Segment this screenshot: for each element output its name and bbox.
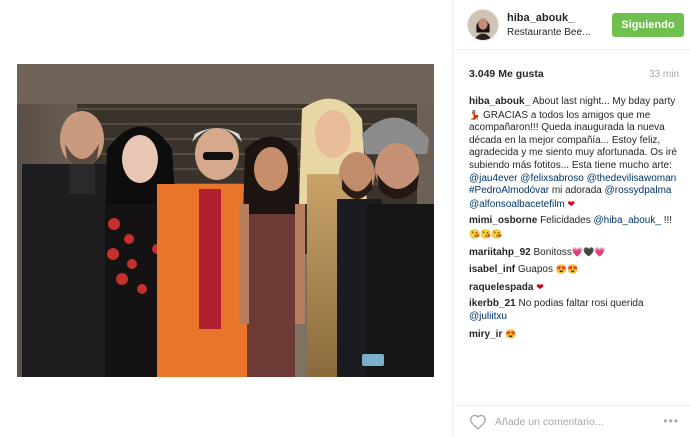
likes-row: 3.049 Me gusta 33 min: [453, 64, 690, 86]
header-location[interactable]: Restaurante Bee...: [507, 27, 590, 38]
heart-eyes-emoji-icon: 😍: [505, 328, 517, 339]
comment-author[interactable]: mariitahp_92: [469, 247, 531, 258]
photo-pane: [0, 0, 452, 437]
mention-link[interactable]: @thedevilisawoman: [587, 173, 677, 184]
comment-author[interactable]: mimi_osborne: [469, 215, 537, 226]
comment-item: isabel_inf Guapos 😍😍: [469, 263, 683, 277]
comment-text: Felicidades: [537, 215, 594, 227]
heart-outline-icon[interactable]: [469, 414, 487, 430]
party-group-photo: [17, 64, 434, 377]
hearts-emoji-icon: 💗🖤💗: [571, 246, 606, 257]
comment-author[interactable]: miry_ir: [469, 329, 502, 340]
comment-item: miry_ir 😍: [469, 328, 683, 342]
comment-item: mimi_osborne Felicidades @hiba_abouk_ !!…: [469, 215, 683, 241]
kiss-emoji-icon: 😘😘😘: [469, 228, 503, 239]
caption-author[interactable]: hiba_abouk_: [469, 96, 530, 107]
post-photo[interactable]: [17, 64, 434, 377]
heart-emoji-icon: ❤: [567, 198, 576, 209]
comment-item: mariitahp_92 Bonitoss💗🖤💗: [469, 246, 683, 260]
header-username[interactable]: hiba_abouk_: [507, 12, 574, 24]
mention-link[interactable]: @alfonsoalbacetefilm: [469, 199, 565, 210]
mention-link[interactable]: @rossydpalma: [605, 185, 672, 196]
caption-text-3: mi adorada: [549, 185, 605, 197]
avatar[interactable]: [467, 9, 499, 41]
comment-text: Bonitoss: [530, 246, 572, 258]
post-header: hiba_abouk_ Restaurante Bee... Siguiendo: [453, 0, 690, 50]
comment-author[interactable]: raquelespada: [469, 282, 533, 293]
heart-eyes-emoji-icon: 😍😍: [555, 264, 579, 275]
post-time[interactable]: 33 min: [649, 69, 679, 80]
more-dots-icon[interactable]: •••: [663, 414, 679, 428]
caption-text-1: About last night... My bday party: [530, 96, 676, 107]
comment-author[interactable]: ikerbb_21: [469, 298, 516, 309]
mention-link[interactable]: @hiba_abouk_: [594, 215, 661, 226]
comment-input[interactable]: [495, 413, 645, 431]
add-comment-bar: •••: [453, 405, 690, 437]
comment-text: !!!: [660, 215, 673, 227]
comment-text: Guapos: [515, 264, 556, 276]
comment-author[interactable]: isabel_inf: [469, 264, 515, 275]
post-sidebar: hiba_abouk_ Restaurante Bee... Siguiendo…: [452, 0, 690, 437]
mention-link[interactable]: @felixsabroso: [520, 173, 584, 184]
heart-emoji-icon: ❤: [536, 281, 544, 292]
mention-link[interactable]: @jau4ever: [469, 173, 518, 184]
likes-count[interactable]: 3.049 Me gusta: [469, 68, 544, 80]
following-button[interactable]: Siguiendo: [612, 13, 684, 37]
comments-list: hiba_abouk_ About last night... My bday …: [469, 96, 683, 396]
comment-item: ikerbb_21 No podias faltar rosi querida …: [469, 298, 683, 323]
caption-text-2: GRACIAS a todos los amigos que me acompa…: [469, 109, 677, 171]
comment-text: No podias faltar rosi querida: [515, 298, 644, 310]
hashtag-link[interactable]: #PedroAlmodóvar: [469, 185, 549, 196]
caption: hiba_abouk_ About last night... My bday …: [469, 96, 683, 211]
mention-link[interactable]: @juliitxu: [469, 311, 507, 322]
dancer-emoji-icon: 💃: [469, 109, 481, 120]
comment-item: raquelespada ❤: [469, 281, 683, 295]
